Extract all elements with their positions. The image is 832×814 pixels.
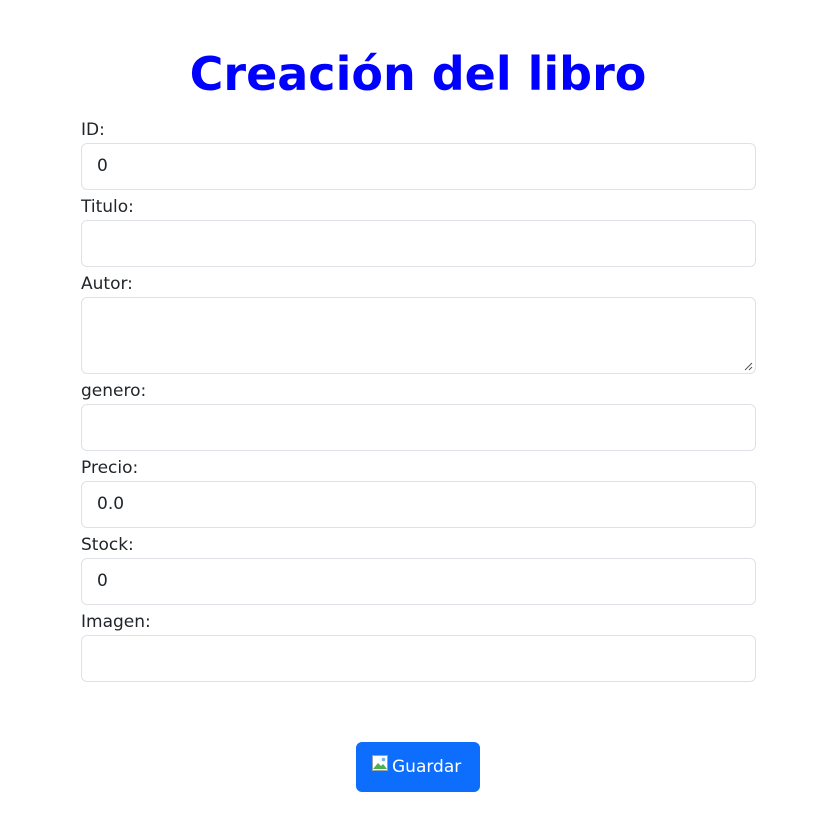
autor-textarea[interactable] [81, 297, 756, 374]
page-title: Creación del libro [189, 47, 647, 101]
resize-grip-icon[interactable] [744, 362, 753, 371]
precio-input[interactable]: 0.0 [81, 481, 756, 528]
page: Creación del libro ID: 0 Titulo: Autor: … [0, 0, 832, 814]
submit-wrapper: Guardar [356, 742, 480, 792]
titulo-input[interactable] [81, 220, 756, 267]
book-form: ID: 0 Titulo: Autor: genero: Precio: 0.0… [81, 116, 756, 685]
precio-label: Precio: [81, 458, 139, 478]
id-input[interactable]: 0 [81, 143, 756, 190]
id-label: ID: [81, 120, 105, 140]
autor-label: Autor: [81, 274, 133, 294]
guardar-button[interactable]: Guardar [356, 742, 480, 792]
imagen-input[interactable] [81, 635, 756, 682]
guardar-button-label: Guardar [392, 757, 462, 777]
stock-label: Stock: [81, 535, 134, 555]
broken-image-icon [372, 755, 388, 771]
genero-label: genero: [81, 381, 147, 401]
genero-input[interactable] [81, 404, 756, 451]
imagen-label: Imagen: [81, 612, 151, 632]
stock-input[interactable]: 0 [81, 558, 756, 605]
titulo-label: Titulo: [81, 197, 134, 217]
